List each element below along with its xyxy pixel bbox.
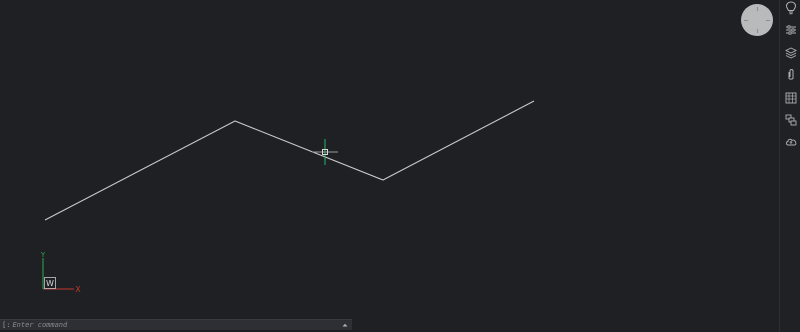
caret-up-icon[interactable] xyxy=(341,320,349,330)
command-prompt-prefix: [: xyxy=(2,321,11,329)
ucs-y-label: Y xyxy=(40,251,46,259)
command-line: [: xyxy=(0,319,352,330)
attach-paperclip-icon[interactable] xyxy=(783,67,798,82)
right-toolbar xyxy=(779,0,800,332)
drawing-canvas[interactable]: W Y X xyxy=(0,0,779,318)
properties-sliders-icon[interactable] xyxy=(783,22,798,37)
compass-tick-east xyxy=(766,19,770,21)
ucs-icon[interactable]: W Y X xyxy=(40,251,81,294)
xref-icon[interactable] xyxy=(783,112,798,127)
compass-tick-west xyxy=(744,19,748,21)
command-input[interactable] xyxy=(10,320,333,330)
viewcube-compass[interactable] xyxy=(741,4,773,36)
polyline-drawing[interactable] xyxy=(44,100,535,221)
compass-tick-south xyxy=(756,29,758,33)
ucs-x-label: X xyxy=(75,285,81,294)
layers-icon[interactable] xyxy=(783,45,798,60)
compass-tick-north xyxy=(756,7,758,11)
crosshair-cursor xyxy=(312,139,338,165)
blocks-icon[interactable] xyxy=(783,90,798,105)
cloud-icon[interactable] xyxy=(783,134,798,149)
cad-application: W Y X [: Enter command xyxy=(0,0,800,332)
ucs-w-label: W xyxy=(46,279,54,288)
lightbulb-icon[interactable] xyxy=(783,0,798,15)
